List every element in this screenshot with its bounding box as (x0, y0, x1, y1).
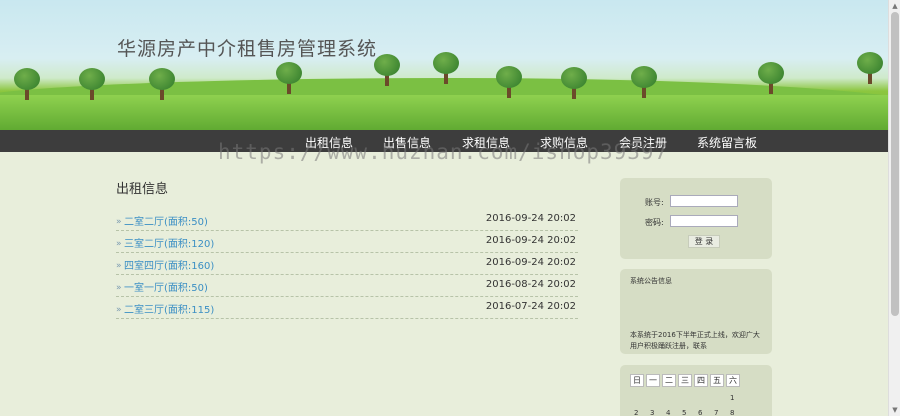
tree-icon (374, 54, 400, 94)
bullet-icon: » (116, 239, 122, 249)
list-item: » 二室二厅(面积:50) 2016-09-24 20:02 (116, 209, 578, 231)
scrollbar[interactable]: ▲ ▼ (888, 0, 900, 416)
header-banner: 华源房产中介租售房管理系统 (0, 0, 888, 130)
tree-icon (631, 66, 657, 106)
tree-icon (149, 68, 175, 108)
tree-icon (758, 62, 784, 102)
notice-panel: 系统公告信息 本系统于2016下半年正式上线，欢迎广大用户积极踊跃注册，联系 (620, 269, 772, 354)
tree-icon (561, 67, 587, 107)
site-title: 华源房产中介租售房管理系统 (117, 38, 378, 60)
calendar-panel: 日 一 二 三 四 五 六 1 2 3 4 5 6 7 8 (620, 365, 772, 416)
password-label: 密码: (645, 218, 664, 227)
notice-text: 本系统于2016下半年正式上线，欢迎广大用户积极踊跃注册，联系 (630, 331, 760, 350)
username-field[interactable] (670, 195, 738, 207)
login-button[interactable]: 登 录 (688, 235, 720, 248)
calendar-day[interactable]: 7 (714, 409, 718, 416)
section-title: 出租信息 (116, 182, 169, 197)
listing-date: 2016-09-24 20:02 (485, 257, 576, 268)
calendar-day[interactable]: 4 (666, 409, 670, 416)
notice-title: 系统公告信息 (630, 277, 672, 285)
list-item: » 三室二厅(面积:120) 2016-09-24 20:02 (116, 231, 578, 253)
bullet-icon: » (116, 261, 122, 271)
username-label: 账号: (645, 198, 664, 207)
calendar-weekday: 六 (726, 374, 740, 387)
scroll-down-icon[interactable]: ▼ (889, 404, 900, 416)
calendar-day[interactable]: 3 (650, 409, 654, 416)
calendar-weekday: 五 (710, 374, 724, 387)
watermark: https://www.huzhan.com/ishop39397 (218, 140, 669, 164)
tree-icon (496, 66, 522, 106)
list-item: » 二室三厅(面积:115) 2016-07-24 20:02 (116, 297, 578, 319)
listing-date: 2016-09-24 20:02 (485, 213, 576, 224)
bullet-icon: » (116, 283, 122, 293)
listing-date: 2016-07-24 20:02 (485, 301, 576, 312)
listing-link[interactable]: 三室二厅(面积:120) (124, 235, 214, 250)
tree-icon (433, 52, 459, 92)
calendar-weekday: 日 (630, 374, 644, 387)
nav-message-board[interactable]: 系统留言板 (697, 134, 757, 151)
scroll-thumb[interactable] (891, 12, 899, 316)
listing-link[interactable]: 一室一厅(面积:50) (124, 279, 208, 294)
calendar-day[interactable]: 8 (730, 409, 734, 416)
calendar-weekday: 三 (678, 374, 692, 387)
calendar-weekday: 一 (646, 374, 660, 387)
calendar-weekday: 四 (694, 374, 708, 387)
listing-date: 2016-08-24 20:02 (485, 279, 576, 290)
login-panel: 账号: 密码: 登 录 (620, 178, 772, 259)
listing-link[interactable]: 四室四厅(面积:160) (124, 257, 214, 272)
calendar-day[interactable]: 1 (730, 394, 734, 402)
bullet-icon: » (116, 217, 122, 227)
calendar-weekday: 二 (662, 374, 676, 387)
listing-date: 2016-09-24 20:02 (485, 235, 576, 246)
calendar-day[interactable]: 2 (634, 409, 638, 416)
tree-icon (14, 68, 40, 108)
calendar-day[interactable]: 6 (698, 409, 702, 416)
listing-link[interactable]: 二室三厅(面积:115) (124, 301, 214, 316)
list-item: » 一室一厅(面积:50) 2016-08-24 20:02 (116, 275, 578, 297)
tree-icon (276, 62, 302, 102)
list-item: » 四室四厅(面积:160) 2016-09-24 20:02 (116, 253, 578, 275)
grass (0, 95, 888, 130)
scroll-up-icon[interactable]: ▲ (889, 0, 900, 12)
listing-link[interactable]: 二室二厅(面积:50) (124, 213, 208, 228)
bullet-icon: » (116, 305, 122, 315)
password-field[interactable] (670, 215, 738, 227)
tree-icon (79, 68, 105, 108)
calendar-day[interactable]: 5 (682, 409, 686, 416)
tree-icon (857, 52, 883, 92)
